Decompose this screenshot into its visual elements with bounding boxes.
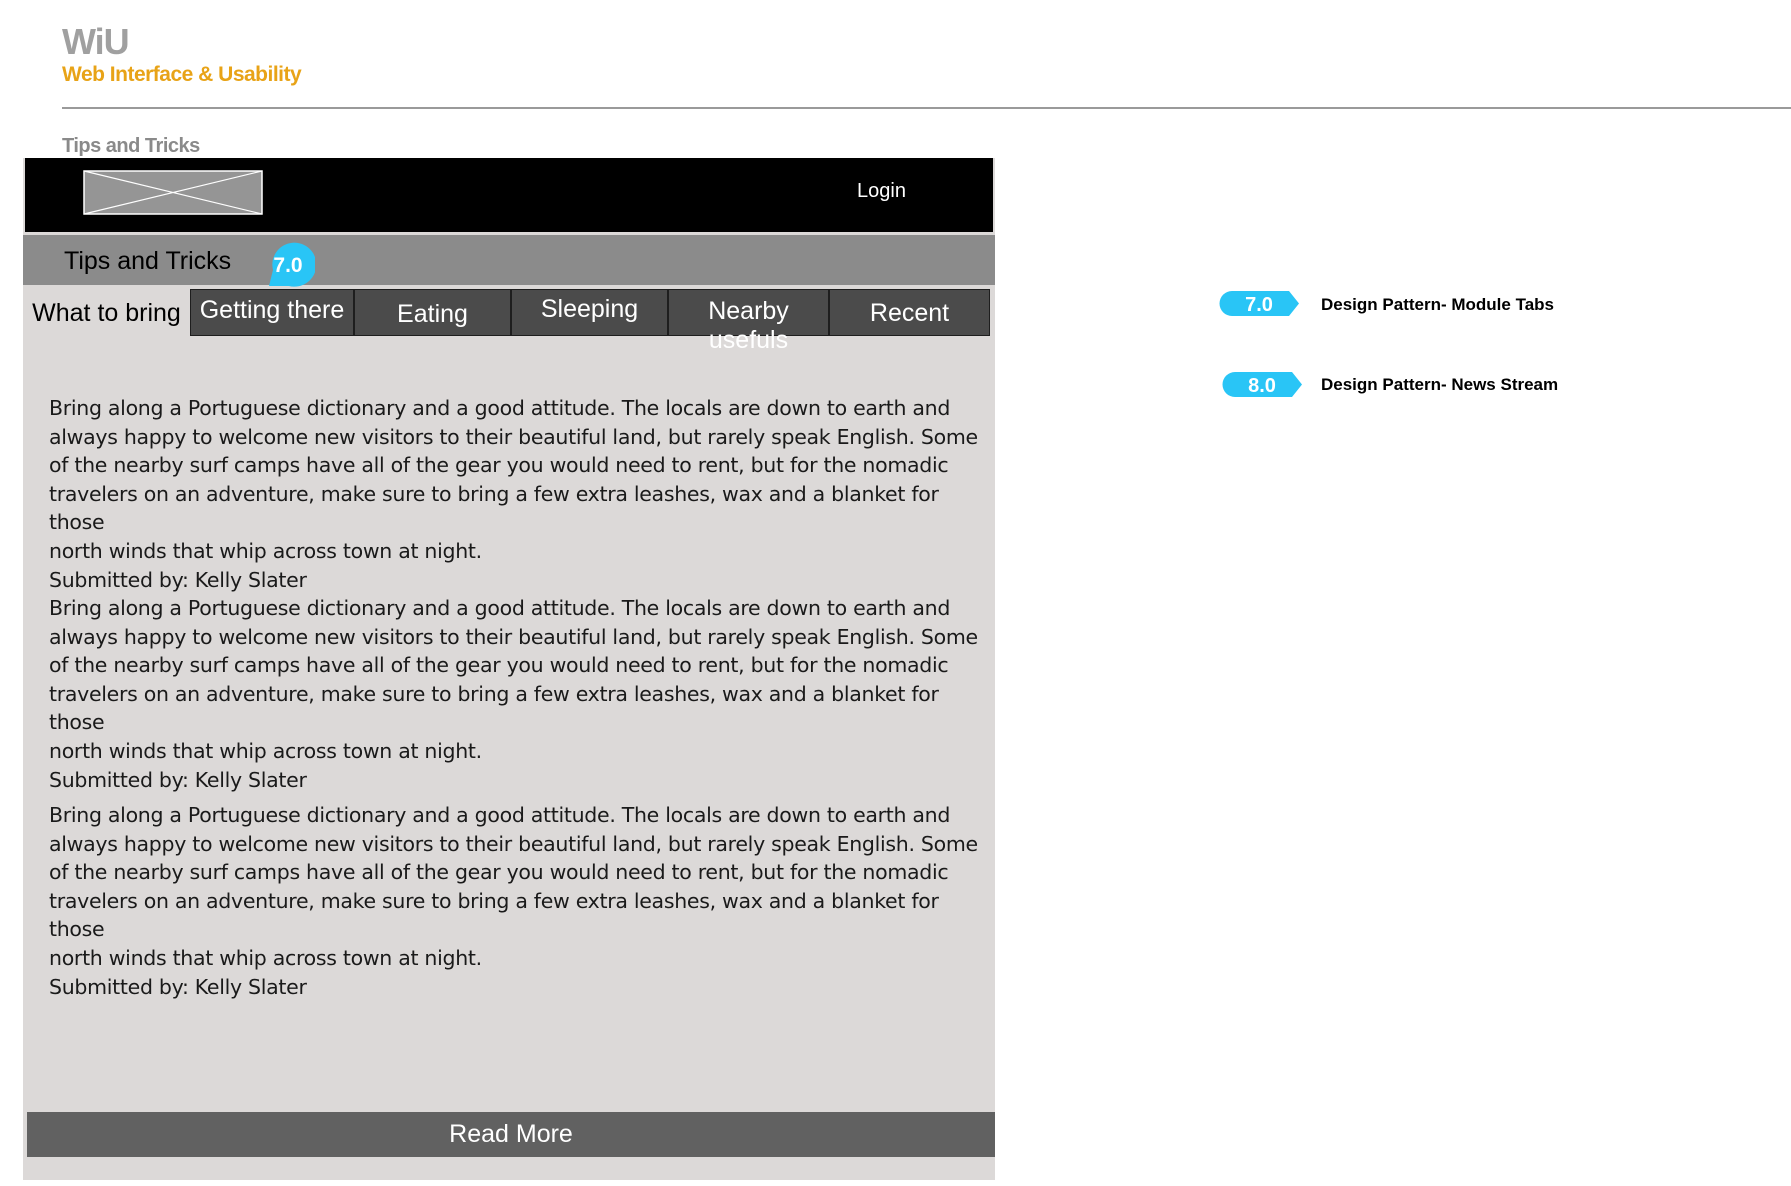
tab-label: Recent	[869, 299, 950, 327]
header-divider	[62, 107, 1791, 109]
news-post: Bring along a Portuguese dictionary and …	[49, 394, 989, 594]
post-line: north winds that whip across town at nig…	[49, 945, 482, 970]
svg-text:8.0: 8.0	[1248, 375, 1276, 397]
post-line: travelers on an adventure, make sure to …	[49, 481, 939, 535]
post-line: north winds that whip across town at nig…	[49, 538, 482, 563]
tab-label: Sleeping	[540, 295, 639, 323]
post-author: Submitted by: Kelly Slater	[49, 974, 307, 999]
legend-badge-7: 7.0	[1219, 291, 1299, 316]
news-post: Bring along a Portuguese dictionary and …	[49, 594, 989, 794]
tab-label: Getting there	[199, 296, 345, 324]
post-line: Bring along a Portuguese dictionary and …	[49, 396, 951, 420]
read-more-button[interactable]: Read More	[27, 1112, 995, 1157]
post-line: of the nearby surf camps have all of the…	[49, 453, 949, 478]
post-line: travelers on an adventure, make sure to …	[49, 888, 939, 942]
tab-eating[interactable]: Eating	[354, 289, 511, 336]
post-line: always happy to welcome new visitors to …	[49, 831, 978, 856]
post-line: north winds that whip across town at nig…	[49, 738, 482, 763]
post-author: Submitted by: Kelly Slater	[49, 567, 307, 592]
post-line: travelers on an adventure, make sure to …	[49, 681, 939, 735]
section-label: Tips and Tricks	[62, 135, 200, 157]
login-link[interactable]: Login	[857, 178, 906, 204]
legend-label-news-stream: Design Pattern- News Stream	[1321, 375, 1559, 394]
post-line: always happy to welcome new visitors to …	[49, 624, 978, 649]
legend-badge-8: 8.0	[1222, 372, 1302, 397]
brand-title: WiU	[62, 21, 130, 62]
tab-sleeping[interactable]: Sleeping	[511, 289, 668, 336]
svg-text:7.0: 7.0	[1245, 294, 1273, 316]
post-line: Bring along a Portuguese dictionary and …	[49, 596, 951, 620]
tab-recent[interactable]: Recent	[829, 289, 990, 336]
callout-label: 7.0	[273, 254, 302, 277]
tab-label: Eating	[397, 300, 468, 328]
brand-subtitle: Web Interface & Usability	[62, 63, 302, 86]
news-post: Bring along a Portuguese dictionary and …	[49, 801, 989, 1001]
tab-nearby-usefuls[interactable]: Nearby usefuls	[668, 289, 829, 354]
post-line: of the nearby surf camps have all of the…	[49, 653, 949, 678]
legend-label-module-tabs: Design Pattern- Module Tabs	[1321, 295, 1554, 314]
tab-what-to-bring[interactable]: What to bring	[25, 289, 188, 336]
post-line: always happy to welcome new visitors to …	[49, 424, 978, 449]
post-line: of the nearby surf camps have all of the…	[49, 860, 949, 885]
annotation-callout-7: 7.0	[269, 242, 315, 287]
tab-label: Nearby usefuls	[708, 297, 789, 354]
tab-getting-there[interactable]: Getting there	[190, 289, 354, 336]
post-line: Bring along a Portuguese dictionary and …	[49, 803, 951, 827]
module-title: Tips and Tricks	[64, 247, 232, 275]
logo-placeholder-icon[interactable]	[83, 170, 263, 215]
tab-label: What to bring	[32, 299, 181, 327]
post-author: Submitted by: Kelly Slater	[49, 767, 307, 792]
